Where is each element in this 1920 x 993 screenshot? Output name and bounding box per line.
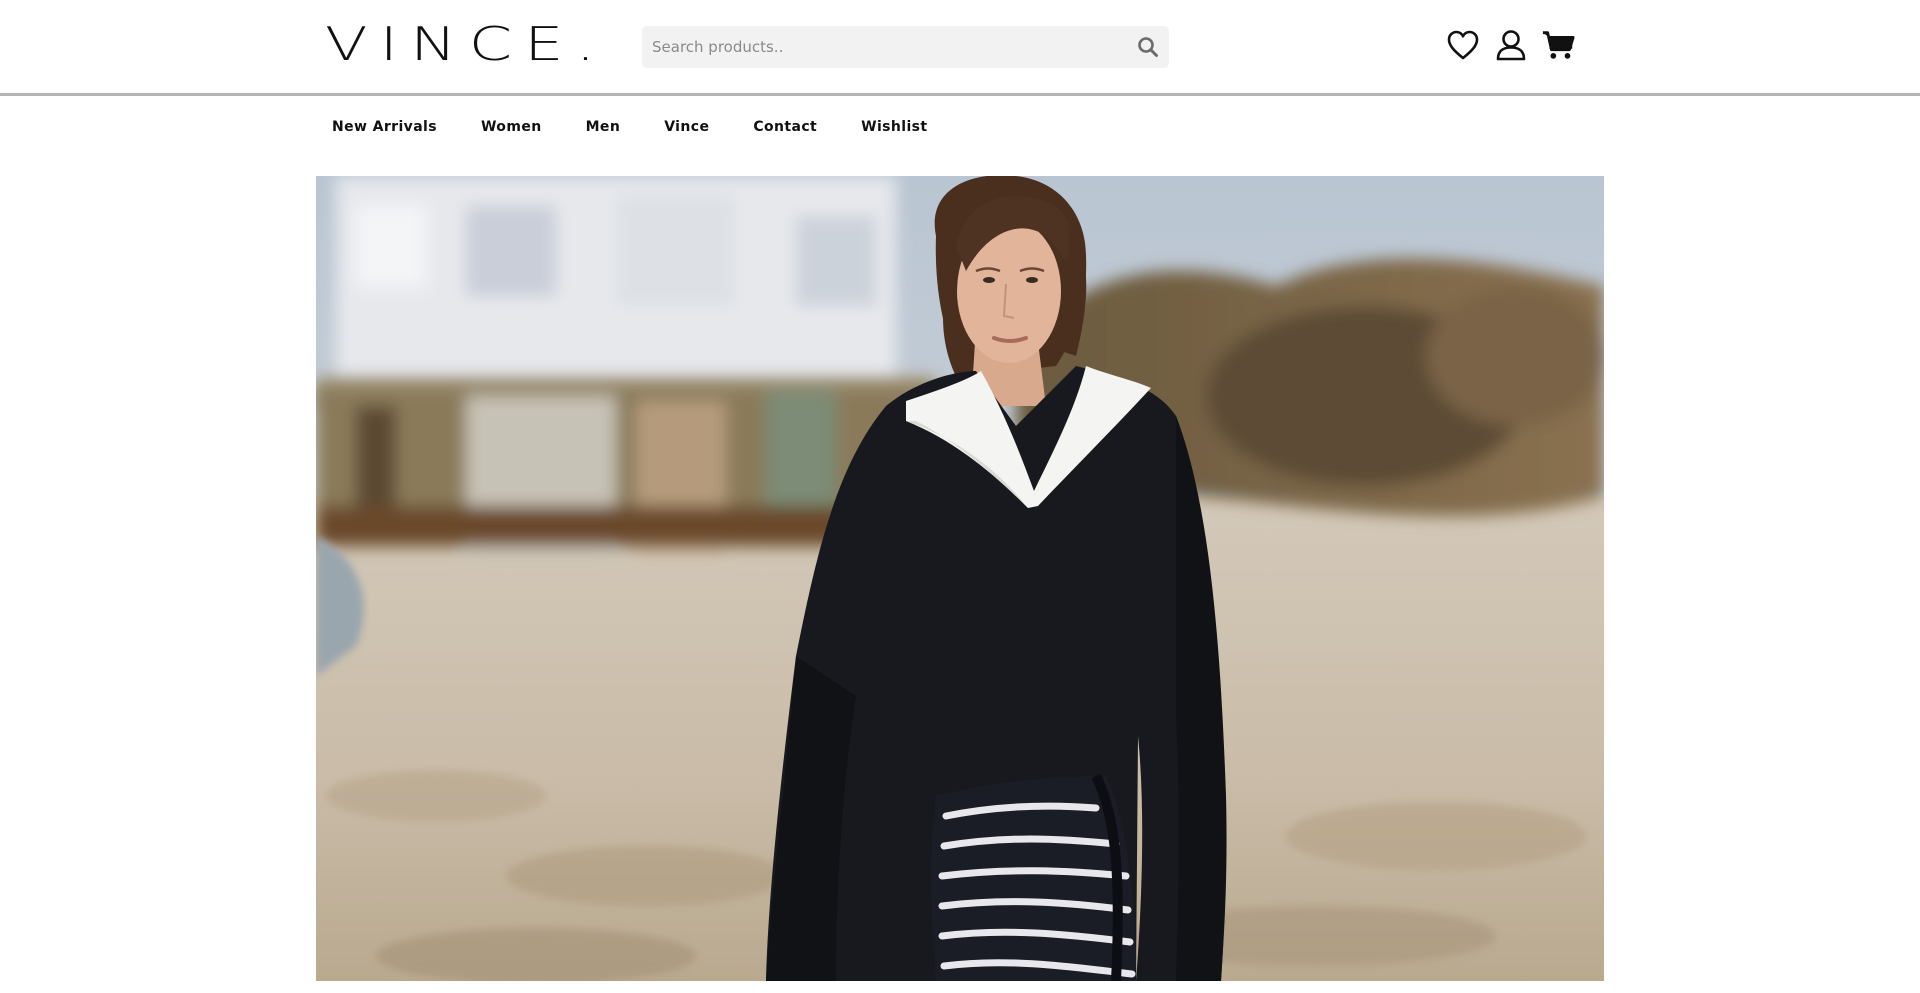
heart-icon (1447, 30, 1479, 60)
logo-text: VINCE. (325, 17, 608, 71)
cart-button[interactable] (1542, 28, 1576, 62)
header-actions (1446, 28, 1576, 62)
account-button[interactable] (1494, 28, 1528, 62)
header-divider (0, 93, 1920, 96)
search-button[interactable] (1137, 36, 1159, 58)
search-icon (1138, 37, 1158, 57)
nav-item-wishlist[interactable]: Wishlist (861, 119, 927, 135)
site-header: VINCE. (0, 0, 1920, 94)
nav-item-men[interactable]: Men (586, 119, 621, 135)
cart-icon (1542, 31, 1575, 59)
user-icon (1496, 30, 1526, 61)
nav-item-new-arrivals[interactable]: New Arrivals (332, 119, 437, 135)
nav-item-contact[interactable]: Contact (753, 119, 817, 135)
wishlist-button[interactable] (1446, 28, 1480, 62)
nav-item-vince[interactable]: Vince (664, 119, 709, 135)
search-bar (642, 26, 1169, 68)
hero-banner[interactable] (316, 176, 1604, 981)
nav-item-women[interactable]: Women (481, 119, 542, 135)
brand-logo[interactable]: VINCE. (325, 17, 608, 71)
search-input[interactable] (642, 26, 1112, 68)
main-navigation: New Arrivals Women Men Vince Contact Wis… (332, 113, 972, 141)
hero-photo (316, 176, 1604, 981)
